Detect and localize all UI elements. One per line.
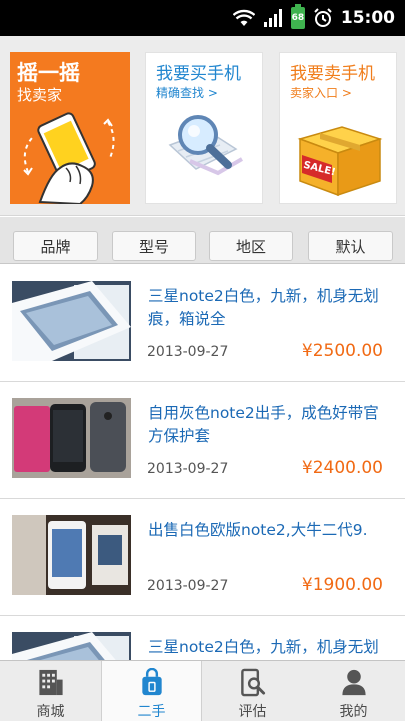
filter-brand-label: 品牌 (40, 237, 71, 256)
hand-shaking-phone-icon (23, 112, 115, 204)
shake-tile[interactable]: 摇一摇 找卖家 (10, 52, 130, 204)
filter-region-button[interactable]: 地区 (209, 231, 293, 261)
listing-title: 自用灰色note2出手，成色好带官方保护套 (148, 404, 379, 445)
filter-model-label: 型号 (138, 237, 169, 256)
listing-price: ¥1900.00 (301, 575, 383, 595)
clock: 15:00 (340, 8, 395, 28)
listing-title: 三星note2白色，九新，机身无划痕，箱说全 (148, 287, 379, 328)
listing-thumbnail (12, 281, 131, 361)
tab-secondhand[interactable]: 二手 (101, 661, 202, 721)
shake-title: 摇一摇 (17, 61, 80, 85)
phone-search-icon (240, 668, 265, 697)
status-bar: 68 15:00 (0, 0, 405, 36)
filter-model-button[interactable]: 型号 (112, 231, 196, 261)
battery-icon: 68 (290, 4, 305, 29)
tab-mine-label: 我的 (339, 704, 368, 720)
banner: 摇一摇 找卖家 我要买手机 精确查找 > 我要卖手机 卖家入口 > SALE! (0, 36, 405, 216)
list-item[interactable]: 三星note2白色，九新，机身无划痕，箱说全 2013-09-27 ¥2500.… (0, 265, 405, 382)
filter-sort-label: 默认 (335, 237, 366, 256)
tab-evaluate-label: 评估 (238, 704, 267, 720)
listing-price: ¥2400.00 (301, 458, 383, 478)
signal-icon (263, 9, 282, 27)
sale-box-icon: SALE! (297, 126, 383, 197)
battery-level: 68 (291, 13, 305, 23)
sell-subtitle: 卖家入口 > (290, 86, 352, 100)
buy-subtitle: 精确查找 > (156, 86, 218, 100)
listing-date: 2013-09-27 (147, 344, 229, 360)
filter-brand-button[interactable]: 品牌 (13, 231, 98, 261)
listing-date: 2013-09-27 (147, 461, 229, 477)
sell-phone-card[interactable]: 我要卖手机 卖家入口 > SALE! (279, 52, 397, 204)
person-icon (341, 669, 366, 696)
filter-region-label: 地区 (235, 237, 266, 256)
listing-title: 出售白色欧版note2,大牛二代9. (148, 521, 368, 539)
status-icons: 68 15:00 (232, 4, 395, 30)
bag-icon (141, 668, 162, 696)
sell-title: 我要卖手机 (290, 64, 375, 84)
tab-evaluate[interactable]: 评估 (202, 661, 303, 721)
list-item[interactable]: 出售白色欧版note2,大牛二代9. 2013-09-27 ¥1900.00 (0, 499, 405, 616)
list-item[interactable]: 自用灰色note2出手，成色好带官方保护套 2013-09-27 ¥2400.0… (0, 382, 405, 499)
buy-title: 我要买手机 (156, 64, 241, 84)
tab-mine[interactable]: 我的 (303, 661, 404, 721)
buy-phone-card[interactable]: 我要买手机 精确查找 > (145, 52, 263, 204)
magnifier-map-icon (168, 115, 244, 176)
filter-sort-button[interactable]: 默认 (308, 231, 393, 261)
listing-thumbnail (12, 398, 131, 478)
filter-bar: 品牌 型号 地区 默认 (0, 217, 405, 264)
store-icon (38, 669, 63, 696)
bottom-tab-bar: 商城 二手 评估 我的 (0, 660, 405, 721)
tab-store[interactable]: 商城 (0, 661, 101, 721)
tab-secondhand-label: 二手 (137, 704, 166, 720)
listing-price: ¥2500.00 (301, 341, 383, 361)
alarm-icon (314, 8, 332, 27)
wifi-icon (232, 9, 255, 26)
listing-date: 2013-09-27 (147, 578, 229, 594)
tab-store-label: 商城 (36, 704, 65, 720)
listing-thumbnail (12, 515, 131, 595)
